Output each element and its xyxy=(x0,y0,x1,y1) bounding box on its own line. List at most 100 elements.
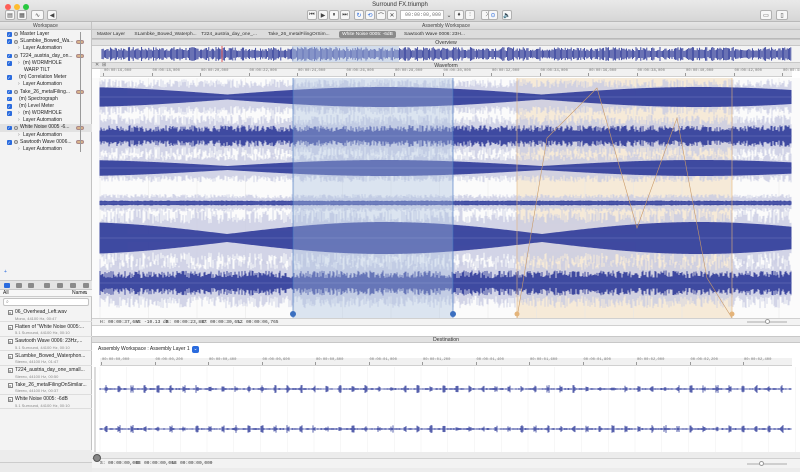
zoom-slider-knob[interactable] xyxy=(765,319,770,324)
sync-button[interactable]: ⟲ xyxy=(365,10,375,20)
volume-button[interactable]: 🔈 xyxy=(502,10,512,20)
asset-list-item[interactable]: ▸ White Noise 0005: -6dB 5.1 Surround, 441… xyxy=(0,395,92,409)
layer-tree-row[interactable]: WARP TILT xyxy=(0,67,92,74)
layer-tree-row[interactable]: › Layer Automation xyxy=(0,81,92,88)
destination-zoom-slider[interactable] xyxy=(747,463,787,465)
snap-button[interactable]: ⫶ xyxy=(465,10,475,20)
layer-enable-checkbox[interactable] xyxy=(7,53,12,59)
inspector-button[interactable]: ▯ xyxy=(776,10,788,20)
layer-enable-checkbox[interactable] xyxy=(7,103,12,109)
disclosure-chevron-icon[interactable]: › xyxy=(18,110,20,117)
sidebar-toggle-button[interactable]: ▤ xyxy=(5,10,15,20)
expand-icon[interactable]: ▸ xyxy=(8,353,13,359)
layer-tree-row[interactable]: ›(m) WORMHOLE xyxy=(0,110,92,117)
info-icon[interactable] xyxy=(83,283,89,288)
waveform-tool-button[interactable]: ∿ xyxy=(31,10,44,20)
expand-icon[interactable]: ⊞ xyxy=(102,62,106,68)
asset-list-item[interactable]: ▸ Sawtooth Wave 0006: 23Hz,... 5.1 Surroun… xyxy=(0,337,92,351)
assembly-header: Assembly Workspace xyxy=(92,22,800,30)
assets-view-icon[interactable] xyxy=(4,283,10,288)
filter-all[interactable]: All xyxy=(3,290,9,296)
play-button[interactable]: ▶ xyxy=(318,10,328,20)
layer-tree-row[interactable]: › Layer Automation xyxy=(0,117,92,124)
expand-icon[interactable]: ▸ xyxy=(8,310,13,315)
pause-button[interactable]: ⏸ xyxy=(329,10,339,20)
asset-list-item[interactable]: ▸ Flatten of "White Noise 0005:... 5.1 Sur… xyxy=(0,323,92,337)
layer-enable-checkbox[interactable] xyxy=(7,139,12,145)
expand-icon[interactable]: ▸ xyxy=(8,339,13,344)
waveform-view[interactable] xyxy=(92,78,800,318)
layer-tree-row[interactable]: SLambke_Bowed_Wa... xyxy=(0,38,92,45)
ruler-tick-label: 00:00:00,200 xyxy=(155,358,183,362)
layer-tab[interactable]: Take_26_metalFilingOrSim... xyxy=(265,31,333,38)
layer-tree-row[interactable]: › Layer Automation xyxy=(0,146,92,153)
playhead-handle[interactable] xyxy=(93,454,101,462)
expand-icon[interactable]: ▸ xyxy=(8,382,13,388)
asset-list-item[interactable]: ▸ Take_26_metalFilingOnSimilar... Stereo, … xyxy=(0,381,92,395)
asset-list-item[interactable]: ▸ T224_austria_day_one_small... Stereo, 44… xyxy=(0,366,92,380)
disclosure-chevron-icon[interactable]: › xyxy=(18,146,20,153)
marker-button[interactable]: ♦ xyxy=(454,10,464,20)
disclosure-chevron-icon[interactable]: › xyxy=(18,45,20,52)
loop-button[interactable]: ↻ xyxy=(354,10,364,20)
layer-enable-checkbox[interactable] xyxy=(7,38,12,45)
layer-tree-row[interactable]: Take_26_metalFiling... xyxy=(0,89,92,96)
files-view-icon[interactable] xyxy=(16,283,22,288)
mute-tool-button[interactable]: ◀ xyxy=(47,10,57,20)
layer-tree-row[interactable]: (m) Correlation Meter xyxy=(0,74,92,81)
layer-tree-row[interactable]: (m) Spectrograph xyxy=(0,96,92,103)
expand-icon[interactable]: ▸ xyxy=(8,397,13,402)
workspace-select-button[interactable]: ⌄ xyxy=(192,346,199,353)
pins-view-icon[interactable] xyxy=(28,283,34,288)
follow-button[interactable]: ⌒ xyxy=(376,10,386,20)
disclosure-chevron-icon[interactable]: › xyxy=(18,81,20,88)
disclosure-chevron-icon[interactable]: › xyxy=(18,117,20,124)
destination-waveform[interactable] xyxy=(92,367,800,452)
destination-ruler[interactable]: 00:00:00,000 00:00:00,200 00:00:00,400 00:0… xyxy=(100,358,792,366)
rewind-button[interactable]: ⏮ xyxy=(307,10,317,20)
layer-tab[interactable]: SLambke_Bowed_Waterph... xyxy=(131,31,199,38)
time-dropdown[interactable]: ⌄ xyxy=(446,10,452,20)
layer-tab[interactable]: Master Layer xyxy=(94,31,128,38)
view-toggle-button[interactable]: ▦ xyxy=(17,10,27,20)
layer-tree-row[interactable]: ›(m) WORMHOLE xyxy=(0,60,92,67)
expand-icon[interactable]: ▸ xyxy=(8,368,13,373)
layer-tab[interactable]: White Noise 0005: -6dB xyxy=(339,31,396,38)
layer-tab[interactable]: T224_austria_day_one_... xyxy=(198,31,260,38)
trash-icon[interactable] xyxy=(57,283,63,288)
forward-button[interactable]: ⏭ xyxy=(340,10,350,20)
repeat-button[interactable]: ⊙ xyxy=(488,10,498,20)
layer-tree-row[interactable]: Sawtooth Wave 0006... xyxy=(0,139,92,146)
layer-enable-checkbox[interactable] xyxy=(7,60,12,66)
layer-tree-row[interactable]: White Noise 0005 -6... xyxy=(0,124,92,132)
time-display[interactable]: 00:00:00,000 xyxy=(400,10,444,20)
share-icon[interactable] xyxy=(70,283,76,288)
asset-search-field[interactable]: ⌕ xyxy=(3,298,89,306)
layer-tab[interactable]: Sawtooth Wave 0006: 23H... xyxy=(401,31,468,38)
asset-list-item[interactable]: ▸ 06_Overhead_Left.wav Mono, 44100 Hz, 00:… xyxy=(0,308,92,322)
layer-enable-checkbox[interactable] xyxy=(7,96,12,102)
close-icon[interactable]: ✕ xyxy=(95,62,99,68)
expand-icon[interactable]: ▸ xyxy=(8,324,13,330)
layer-enable-checkbox[interactable] xyxy=(7,110,12,116)
disclosure-chevron-icon[interactable]: › xyxy=(18,132,20,139)
copy-icon[interactable] xyxy=(44,283,50,288)
destination-zoom-knob[interactable] xyxy=(759,461,764,466)
layer-enable-checkbox[interactable] xyxy=(7,89,12,95)
layer-enable-checkbox[interactable] xyxy=(7,74,12,80)
disclosure-chevron-icon[interactable]: › xyxy=(18,60,20,67)
sort-icon[interactable]: ⇅ xyxy=(84,290,87,295)
overview-waveform[interactable] xyxy=(92,46,800,62)
layer-tree-row[interactable]: › Layer Automation xyxy=(0,132,92,139)
layer-enable-checkbox[interactable] xyxy=(7,31,12,37)
add-icon[interactable]: + xyxy=(4,269,7,275)
asset-list-item[interactable]: ▸ SLambke_Bowed_Waterphon... Stereo, 44100… xyxy=(0,352,92,366)
waveform-ruler[interactable]: 00:00:16,000 00:00:18,000 00:00:20,000 00:0… xyxy=(100,69,800,77)
layer-tree-row[interactable]: › Layer Automation xyxy=(0,45,92,52)
stop-button[interactable]: ✕ xyxy=(387,10,397,20)
layer-enable-checkbox[interactable] xyxy=(7,124,12,131)
layer-tree-row[interactable]: (m) Level Meter xyxy=(0,103,92,110)
layer-tree-row[interactable]: Master Layer xyxy=(0,31,92,38)
layout-button[interactable]: ▭ xyxy=(760,10,772,20)
layer-tree-row[interactable]: T224_austria_day_on... xyxy=(0,53,92,60)
